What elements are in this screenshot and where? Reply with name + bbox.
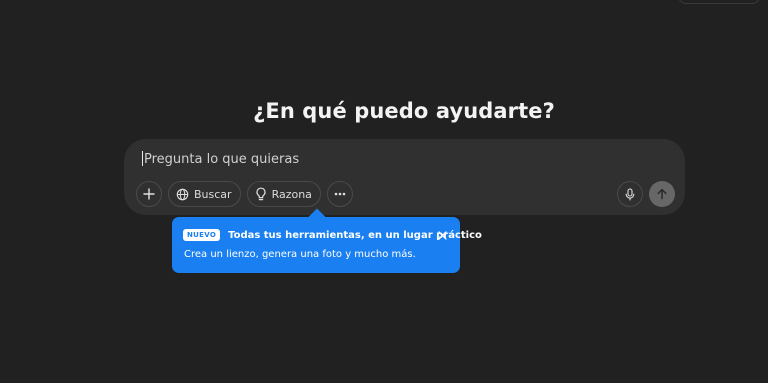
top-right-button[interactable] [678, 0, 760, 4]
reason-button[interactable]: Razona [246, 181, 321, 207]
close-icon [437, 230, 447, 240]
tooltip-description: Crea un lienzo, genera una foto y mucho … [184, 249, 416, 260]
composer-right-tools [617, 181, 675, 207]
prompt-input[interactable]: Pregunta lo que quieras [142, 151, 299, 169]
page-title: ¿En qué puedo ayudarte? [253, 99, 555, 123]
new-feature-tooltip: NUEVO Todas tus herramientas, en un luga… [172, 208, 482, 273]
chat-composer: Pregunta lo que quieras Buscar Razona [124, 139, 685, 215]
arrow-up-icon [656, 188, 668, 200]
search-label: Buscar [194, 187, 232, 201]
add-button[interactable] [136, 181, 162, 207]
text-caret [142, 151, 143, 166]
new-badge: NUEVO [183, 229, 221, 241]
prompt-placeholder: Pregunta lo que quieras [144, 152, 300, 167]
composer-toolbar: Buscar Razona [136, 181, 359, 207]
plus-icon [143, 188, 155, 200]
search-button[interactable]: Buscar [168, 181, 241, 207]
lightbulb-icon [255, 187, 267, 201]
tooltip-close-button[interactable] [437, 230, 447, 240]
microphone-icon [625, 187, 635, 201]
microphone-button[interactable] [617, 181, 643, 207]
send-button[interactable] [649, 181, 675, 207]
globe-icon [176, 188, 189, 201]
reason-label: Razona [271, 187, 312, 201]
chat-page: ¿En qué puedo ayudarte? Pregunta lo que … [0, 0, 768, 383]
ellipsis-icon [334, 192, 346, 196]
more-tools-button[interactable] [326, 181, 353, 207]
